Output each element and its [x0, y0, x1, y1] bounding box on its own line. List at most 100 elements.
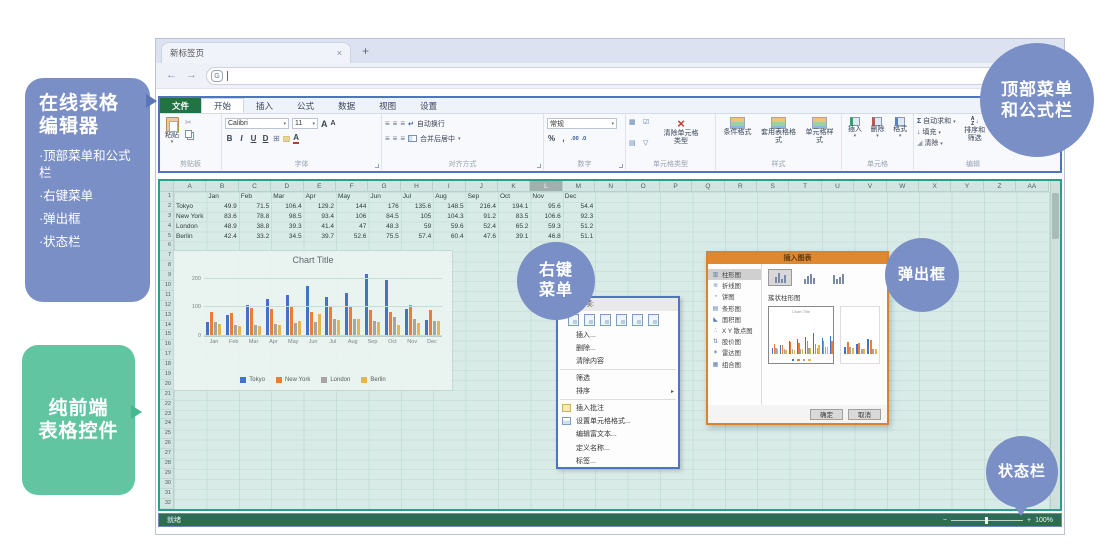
double-underline-button[interactable]: D — [261, 134, 270, 143]
column-header[interactable]: D — [271, 181, 303, 192]
sheet-cell[interactable]: 42.4 — [206, 232, 238, 242]
row-number[interactable]: 32 — [160, 499, 173, 509]
sheet-cell[interactable]: 176 — [368, 202, 400, 212]
sheet-cell[interactable]: 91.2 — [466, 212, 498, 222]
sheet-cell[interactable]: 83.6 — [206, 212, 238, 222]
sheet-cell[interactable]: 38.8 — [239, 222, 271, 232]
column-header[interactable]: N — [595, 181, 627, 192]
sheet-cell[interactable]: 54.4 — [563, 202, 595, 212]
align-left-icon[interactable]: ≡ — [385, 135, 390, 143]
chart-subtype-thumbnail[interactable] — [826, 269, 850, 286]
sheet-cell[interactable]: 194.1 — [498, 202, 530, 212]
sheet-cell[interactable]: 75.5 — [368, 232, 400, 242]
row-number[interactable]: 2 — [160, 202, 173, 212]
column-header[interactable]: O — [627, 181, 659, 192]
zoom-out-button[interactable]: − — [943, 517, 947, 524]
italic-button[interactable]: I — [237, 134, 246, 143]
cell-styles-button[interactable]: 单元格样式 — [801, 116, 838, 159]
autosum-button[interactable]: Σ 自动求和 ▾ — [917, 116, 956, 126]
row-number[interactable]: 13 — [160, 311, 173, 321]
menu-item[interactable]: 筛选 — [558, 371, 678, 384]
clear-button[interactable]: ◢ 清除 ▾ — [917, 138, 956, 148]
percent-style-button[interactable]: % — [547, 134, 556, 143]
fill-color-icon[interactable]: ▨ — [283, 135, 291, 143]
column-header[interactable]: B — [206, 181, 238, 192]
sheet-cell[interactable]: Nov — [530, 192, 562, 202]
sheet-cell[interactable]: Feb — [239, 192, 271, 202]
underline-button[interactable]: U — [249, 134, 258, 143]
shrink-font-icon[interactable]: A — [331, 120, 336, 127]
row-number[interactable]: 10 — [160, 281, 173, 291]
sheet-cell[interactable]: 59.6 — [433, 222, 465, 232]
sheet-cell[interactable]: 48.9 — [206, 222, 238, 232]
row-number[interactable]: 17 — [160, 350, 173, 360]
row-number[interactable]: 26 — [160, 439, 173, 449]
tab-close-icon[interactable]: × — [337, 48, 342, 58]
row-number[interactable]: 28 — [160, 459, 173, 469]
row-number[interactable]: 25 — [160, 429, 173, 439]
column-header[interactable]: K — [498, 181, 530, 192]
font-size-select[interactable]: 11▾ — [292, 118, 318, 129]
paste-option-icon[interactable] — [648, 314, 659, 326]
sheet-cell[interactable]: 47.6 — [466, 232, 498, 242]
sheet-cell[interactable]: 104.3 — [433, 212, 465, 222]
align-bottom-icon[interactable]: ≡ — [400, 120, 405, 128]
chart-type-item[interactable]: ⇅股价图 — [708, 336, 761, 347]
chart-type-item[interactable]: ▦组合图 — [708, 359, 761, 370]
column-header[interactable]: R — [725, 181, 757, 192]
column-header[interactable]: A — [174, 181, 206, 192]
column-header[interactable]: AA — [1016, 181, 1048, 192]
dialog-launcher-icon[interactable] — [375, 164, 379, 168]
grow-font-icon[interactable]: A — [321, 119, 328, 129]
column-header[interactable]: I — [433, 181, 465, 192]
chart-subtype-thumbnail[interactable] — [797, 269, 821, 286]
column-header[interactable]: C — [239, 181, 271, 192]
sheet-cell[interactable]: Apr — [304, 192, 336, 202]
column-header[interactable]: F — [336, 181, 368, 192]
sheet-cell[interactable]: Mar — [271, 192, 303, 202]
sheet-cell[interactable]: 59.3 — [530, 222, 562, 232]
row-number[interactable]: 20 — [160, 380, 173, 390]
insert-cells-button[interactable]: 插入 ▾ — [846, 116, 864, 159]
ribbon-tab[interactable]: 文件 — [160, 98, 201, 113]
new-tab-button[interactable]: + — [362, 44, 369, 58]
sheet-cell[interactable]: 57.4 — [401, 232, 433, 242]
scrollbar-thumb[interactable] — [1052, 193, 1059, 239]
sheet-cell[interactable]: Jul — [401, 192, 433, 202]
bold-button[interactable]: B — [225, 134, 234, 143]
row-number[interactable]: 11 — [160, 291, 173, 301]
sheet-cell[interactable]: 148.5 — [433, 202, 465, 212]
ribbon-tab[interactable]: 开始 — [201, 98, 244, 113]
sheet-cell[interactable]: 106.6 — [530, 212, 562, 222]
row-number[interactable]: 9 — [160, 271, 173, 281]
list-cell-icon[interactable]: ▤ — [629, 140, 641, 159]
column-header[interactable]: X — [919, 181, 951, 192]
column-header[interactable]: G — [368, 181, 400, 192]
button-cell-icon[interactable]: ▦ — [629, 119, 641, 138]
paste-button[interactable]: 粘贴 ▾ — [163, 116, 181, 159]
sheet-cell[interactable]: Aug — [433, 192, 465, 202]
row-number[interactable]: 30 — [160, 479, 173, 489]
select-all-corner[interactable] — [160, 181, 174, 192]
menu-item[interactable]: 定义名称... — [558, 441, 678, 454]
borders-icon[interactable]: ⊞ — [273, 135, 280, 143]
column-header[interactable]: T — [789, 181, 821, 192]
cancel-button[interactable]: 取消 — [848, 409, 881, 420]
chart-type-item[interactable]: ◣面积图 — [708, 314, 761, 325]
row-number[interactable]: 6 — [160, 241, 173, 251]
sheet-cell[interactable]: 135.6 — [401, 202, 433, 212]
row-number[interactable]: 19 — [160, 370, 173, 380]
chart-type-item[interactable]: ▥柱形图 — [708, 269, 761, 280]
row-number[interactable]: 16 — [160, 340, 173, 350]
increase-decimal-button[interactable]: .00 — [571, 136, 579, 142]
sheet-cell[interactable]: 71.5 — [239, 202, 271, 212]
delete-cells-button[interactable]: 删除 ▾ — [868, 116, 886, 159]
comma-style-button[interactable]: , — [559, 134, 568, 143]
row-number[interactable]: 22 — [160, 400, 173, 410]
menu-item[interactable]: 排序▸ — [558, 385, 678, 398]
checkbox-cell-icon[interactable]: ☑ — [643, 119, 655, 138]
wrap-text-button[interactable]: 自动换行 — [417, 119, 445, 129]
fill-button[interactable]: ↓ 填充 ▾ — [917, 127, 956, 137]
conditional-format-button[interactable]: 条件格式 — [719, 116, 756, 159]
sheet-cell[interactable]: Jan — [206, 192, 238, 202]
